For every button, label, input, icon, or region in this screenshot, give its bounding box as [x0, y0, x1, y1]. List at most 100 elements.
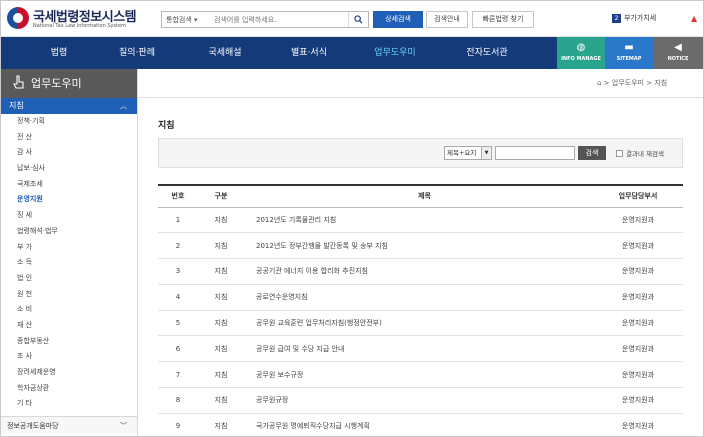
sidebar-item[interactable]: 재 산 [1, 318, 137, 334]
sidebar-item[interactable]: 법 인 [1, 271, 137, 287]
table-header-row: 번호 구분 제목 업무담당부서 [158, 184, 683, 208]
search-button[interactable] [348, 12, 368, 27]
info-manage-button[interactable]: ◍ INFO MANAGE [557, 37, 605, 69]
research-within-label: 결과내 재검색 [626, 150, 664, 158]
row-title-link[interactable]: 공공기관 에너지 이용 합리화 추진지침 [244, 258, 593, 285]
globe-icon: ◍ [576, 42, 586, 53]
search-field-value: 제목+요지 [447, 149, 477, 157]
search-icon [354, 15, 363, 24]
row-number: 4 [158, 284, 198, 311]
row-title-link[interactable]: 2012년도 정부간행물 발간등록 및 송부 지침 [244, 232, 593, 260]
research-within-checkbox[interactable]: 결과내 재검색 [616, 148, 664, 158]
checkbox-icon[interactable] [616, 150, 623, 157]
sidebar-item[interactable]: 부 가 [1, 240, 137, 256]
sitemap-button[interactable]: ▬ SITEMAP [605, 37, 653, 69]
megaphone-icon: ◀ [674, 42, 682, 53]
sidebar-item[interactable]: 국제조세 [1, 177, 137, 193]
sidebar-item[interactable]: 감 사 [1, 145, 137, 161]
nav-item-law[interactable]: 법령 [39, 37, 79, 69]
dropdown-arrow-icon: ▼ [481, 147, 491, 159]
table-row: 2 지침 2012년도 정부간행물 발간등록 및 송부 지침 운영지원과 [158, 232, 683, 260]
notice-label: NOTICE [667, 56, 689, 62]
logo-emblem-icon [7, 7, 29, 29]
row-dept: 운영지원과 [593, 361, 683, 389]
sidebar-item[interactable]: 조 사 [1, 349, 137, 365]
nav-item-work-helper[interactable]: 업무도우미 [365, 37, 425, 69]
table-row: 9 지침 국가공무원 명예퇴직수당지급 시행계획 운영지원과 [158, 413, 683, 437]
notice-button[interactable]: ◀ NOTICE [653, 37, 703, 69]
sidebar-header: 업무도우미 [1, 69, 137, 98]
filter-search-button[interactable]: 검색 [578, 146, 606, 160]
sidebar-info-disclosure[interactable]: 정보공개도움마당 ﹀ [1, 416, 137, 434]
nav-item-e-library[interactable]: 전자도서관 [457, 37, 517, 69]
sidebar-item[interactable]: 장려세제운영 [1, 365, 137, 381]
row-number: 5 [158, 310, 198, 337]
logo-subtitle: National Tax Law Information System [33, 23, 126, 29]
table-row: 7 지침 공무원 보수규정 운영지원과 [158, 361, 683, 389]
site-logo[interactable]: 국세법령정보시스템 National Tax Law Information S… [7, 6, 147, 32]
row-title-link[interactable]: 2012년도 기록물관리 지침 [244, 207, 593, 234]
search-guide-button[interactable]: 검색안내 [426, 11, 468, 28]
nav-item-forms[interactable]: 별표·서식 [279, 37, 339, 69]
row-type: 지침 [198, 232, 244, 260]
detail-search-button[interactable]: 상세검색 [373, 11, 423, 28]
row-title-link[interactable]: 공무원 교육훈련 업무처리지침(행정안전부) [244, 310, 593, 337]
col-header-type: 구분 [198, 184, 244, 208]
row-type: 지침 [198, 387, 244, 414]
divider [138, 97, 703, 98]
sidebar-item[interactable]: 소 득 [1, 255, 137, 271]
nav-item-qna[interactable]: 질의·판례 [107, 37, 167, 69]
row-type: 지침 [198, 361, 244, 389]
filter-search-input[interactable] [495, 146, 575, 160]
row-dept: 운영지원과 [593, 387, 683, 414]
row-title-link[interactable]: 공로연수운영지침 [244, 284, 593, 311]
sidebar-item[interactable]: 전 산 [1, 130, 137, 146]
breadcrumb: ⌂ > 업무도우미 > 지침 [597, 79, 668, 87]
row-number: 6 [158, 335, 198, 363]
row-dept: 운영지원과 [593, 207, 683, 234]
table-row: 3 지침 공공기관 에너지 이용 합리화 추진지침 운영지원과 [158, 258, 683, 285]
sidebar-item[interactable]: 법령해석·법무 [1, 224, 137, 240]
search-field-select[interactable]: 제목+요지 ▼ [444, 146, 492, 160]
chevron-down-icon: ﹀ [120, 422, 127, 430]
vat-link-label: 부가가치세 [624, 14, 657, 22]
sidebar-list: 정책·기획 전 산감 사 납보·심사 국제조세 운영지원 징 세 법령해석·법무 부 가소 득… [1, 114, 137, 412]
sidebar-item[interactable]: 원 천 [1, 287, 137, 303]
table-row: 6 지침 공무원 급여 및 수당 지급 안내 운영지원과 [158, 335, 683, 363]
row-number: 7 [158, 361, 198, 389]
search-box: 통합검색 ▾ [161, 11, 369, 28]
row-title-link[interactable]: 공무원규정 [244, 387, 593, 414]
col-header-dept: 업무담당부서 [593, 184, 683, 208]
vat-link[interactable]: 2 부가가치세 [612, 13, 656, 23]
row-number: 3 [158, 258, 198, 285]
sidebar-item[interactable]: 기 타 [1, 396, 137, 412]
car-icon: ▬ [624, 42, 634, 53]
row-title-link[interactable]: 공무원 급여 및 수당 지급 안내 [244, 335, 593, 363]
row-type: 지침 [198, 413, 244, 437]
row-title-link[interactable]: 국가공무원 명예퇴직수당지급 시행계획 [244, 413, 593, 437]
info-manage-label: INFO MANAGE [561, 56, 601, 62]
row-dept: 운영지원과 [593, 258, 683, 285]
sidebar-item[interactable]: 종합부동산 [1, 334, 137, 350]
sidebar-item[interactable]: 소 비 [1, 302, 137, 318]
sidebar-item[interactable]: 정책·기획 [1, 114, 137, 130]
sidebar-item[interactable]: 납보·심사 [1, 161, 137, 177]
chevron-up-icon: ︿ [120, 102, 127, 110]
row-number: 9 [158, 413, 198, 437]
col-header-number: 번호 [158, 184, 198, 208]
row-dept: 운영지원과 [593, 284, 683, 311]
arrow-up-icon[interactable]: ▲ [691, 14, 697, 23]
sidebar-category-guideline[interactable]: 지침 ︿ [1, 98, 137, 114]
nav-item-tax-commentary[interactable]: 국세해설 [195, 37, 255, 69]
col-header-title: 제목 [244, 184, 593, 208]
sidebar-item[interactable]: 학자금상환 [1, 381, 137, 397]
search-scope-select[interactable]: 통합검색 ▾ [166, 15, 198, 25]
sidebar-title: 업무도우미 [31, 77, 82, 90]
search-input[interactable] [214, 13, 344, 26]
quick-law-button[interactable]: 빠른법령 찾기 [472, 11, 534, 28]
sidebar-item[interactable]: 징 세 [1, 208, 137, 224]
table-row: 8 지침 공무원규정 운영지원과 [158, 387, 683, 414]
row-title-link[interactable]: 공무원 보수규정 [244, 361, 593, 389]
sidebar-item[interactable]: 운영지원 [1, 192, 137, 208]
row-dept: 운영지원과 [593, 335, 683, 363]
